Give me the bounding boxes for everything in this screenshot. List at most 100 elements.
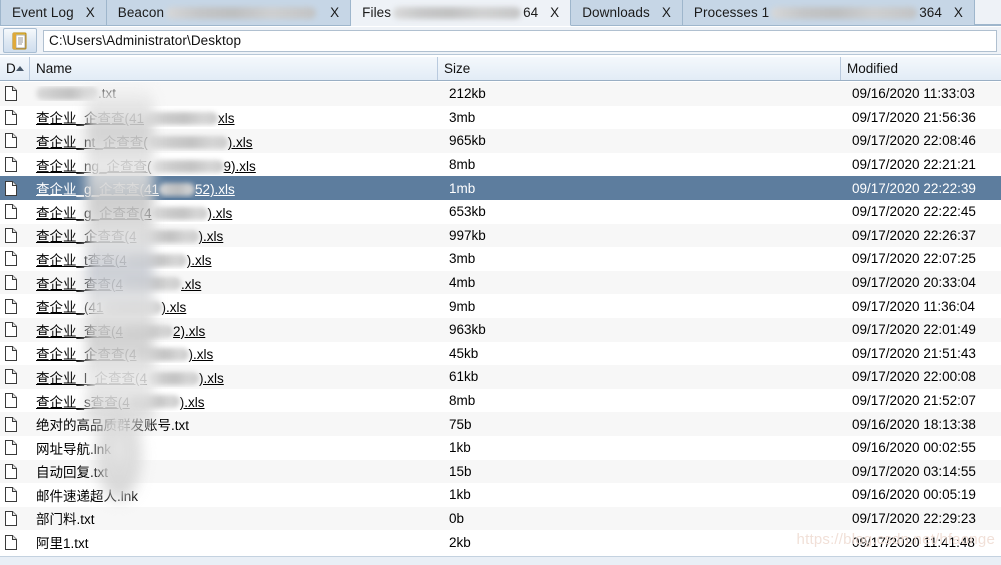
file-name-suffix: ).xls [199, 370, 224, 386]
column-header-size[interactable]: Size [438, 57, 841, 80]
file-icon-cell [0, 204, 30, 220]
table-row[interactable]: 查企业_(41).xls 9mb 09/17/2020 11:36:04 [0, 294, 1001, 318]
file-name: 查企业_nt_企查查().xls [36, 135, 253, 150]
file-name-prefix: 查企业_ [36, 205, 85, 221]
table-row[interactable]: 邮件速递超人.lnk 1kb 09/16/2020 00:05:19 [0, 483, 1001, 507]
file-size-cell: 3mb [449, 251, 476, 267]
file-icon [5, 393, 17, 409]
file-name-cell[interactable]: 网址导航.lnk [30, 438, 438, 458]
column-header-name[interactable]: Name [30, 57, 438, 80]
table-row[interactable]: 查企业_企查查(4).xls 45kb 09/17/2020 21:51:43 [0, 341, 1001, 366]
file-name-suffix: xls [218, 111, 235, 127]
file-name-cell[interactable]: 查企业_查查(4 2).xls [30, 320, 438, 340]
table-row[interactable]: 网址导航.lnk 1kb 09/16/2020 00:02:55 [0, 435, 1001, 460]
file-name-prefix: 绝对的高品质群发账号.txt [36, 418, 190, 434]
table-row[interactable]: .txt 212kb 09/16/2020 11:33:03 [0, 82, 1001, 106]
file-name-cell[interactable]: 查企业_企查查(41 xls [30, 107, 438, 127]
file-name-cell[interactable]: 查企业_s查查(4).xls [30, 391, 438, 411]
table-row[interactable]: 阿里1.txt 2kb 09/17/2020 11:41:48 [0, 530, 1001, 554]
file-name-redacted-2 [136, 348, 189, 362]
table-row[interactable]: 查企业_g_企查查(41 52).xls 1mb 09/17/2020 22:22:3… [0, 176, 1001, 200]
file-name-middle: ng_企查查( [84, 158, 152, 174]
file-icon [5, 204, 17, 220]
file-name-cell[interactable]: 查企业_g_企查查(4).xls [30, 202, 438, 222]
file-name: .txt [36, 86, 116, 101]
table-row[interactable]: 查企业_t查查(4).xls 3mb 09/17/2020 22:07:25 [0, 247, 1001, 271]
table-row[interactable]: 查企业_g_企查查(4).xls 653kb 09/17/2020 22:22:45 [0, 199, 1001, 224]
path-input[interactable]: C:\Users\Administrator\Desktop [43, 29, 997, 52]
tab-close-icon[interactable]: X [327, 5, 342, 20]
table-row[interactable]: 查企业_s查查(4).xls 8mb 09/17/2020 21:52:07 [0, 388, 1001, 413]
file-name-cell[interactable]: 查企业_l_企查查(4).xls [30, 367, 438, 387]
file-size-cell: 2kb [449, 534, 471, 550]
file-name-cell[interactable]: 部门料.txt [30, 508, 438, 528]
path-toolbar: C:\Users\Administrator\Desktop [0, 27, 1001, 55]
file-size-cell: 963kb [449, 322, 486, 338]
file-name: 查企业_企查查(4).xls [36, 229, 223, 244]
file-name-cell[interactable]: 阿里1.txt [30, 532, 438, 552]
table-row[interactable]: 查企业_企查查(4).xls 997kb 09/17/2020 22:26:37 [0, 223, 1001, 248]
tab-label: Event Log [12, 5, 74, 20]
folder-document-icon[interactable] [3, 28, 37, 53]
tab-downloads[interactable]: Downloads X [571, 0, 683, 26]
file-modified-cell: 09/17/2020 22:07:25 [852, 251, 976, 267]
tab-files[interactable]: Files 64 X [351, 0, 572, 26]
file-name-cell[interactable]: 查企业_nt_企查查().xls [30, 131, 438, 151]
file-name-prefix: 查企业_ [36, 229, 85, 245]
tab-processes-1[interactable]: Processes 1 364 X [682, 0, 975, 26]
file-name-prefix: 自动回复.txt [36, 465, 109, 481]
file-name-prefix: 查企业_ [36, 276, 85, 292]
file-name-cell[interactable]: 邮件速递超人.lnk [30, 485, 438, 505]
table-row[interactable]: 查企业_nt_企查查().xls 965kb 09/17/2020 22:08:46 [0, 129, 1001, 153]
table-row[interactable]: 自动回复.txt 15b 09/17/2020 03:14:55 [0, 459, 1001, 484]
file-name-cell[interactable]: 查企业_ng_企查查(9).xls [30, 155, 438, 175]
tab-event-log[interactable]: Event Log X [0, 0, 107, 26]
file-name-cell[interactable]: 查企业_g_企查查(41 52).xls [30, 178, 438, 198]
file-name: 自动回复.txt [36, 465, 108, 480]
table-row[interactable]: 查企业_查查(4 .xls 4mb 09/17/2020 20:33:04 [0, 270, 1001, 295]
file-name-suffix: 2).xls [173, 323, 206, 339]
file-name-prefix: 邮件速递超人.lnk [36, 488, 139, 504]
file-name: 邮件速递超人.lnk [36, 489, 138, 504]
column-header-modified[interactable]: Modified [841, 57, 1001, 80]
tab-label: Beacon [117, 5, 165, 20]
file-name-cell[interactable]: 查企业_(41).xls [30, 296, 438, 316]
file-icon [5, 440, 17, 456]
tab-close-icon[interactable]: X [951, 5, 966, 20]
file-icon-cell [0, 440, 30, 456]
tab-close-icon[interactable]: X [83, 5, 98, 20]
tab-close-icon[interactable]: X [659, 5, 674, 20]
table-row[interactable]: 绝对的高品质群发账号.txt 75b 09/16/2020 18:13:38 [0, 412, 1001, 436]
file-name-redacted-2 [147, 135, 228, 149]
tab-beacon[interactable]: Beacon X [106, 0, 352, 26]
file-name-redacted-2 [147, 371, 200, 385]
file-name-cell[interactable]: .txt [30, 86, 438, 101]
file-list[interactable]: .txt 212kb 09/16/2020 11:33:03 查企业_企查查(41 xl… [0, 82, 1001, 556]
file-name-cell[interactable]: 绝对的高品质群发账号.txt [30, 414, 438, 434]
file-name-middle: 企查查(4 [84, 347, 137, 363]
file-name-prefix: 查企业_ [36, 323, 85, 339]
file-name-cell[interactable]: 查企业_企查查(4).xls [30, 225, 438, 245]
file-modified-cell: 09/16/2020 00:05:19 [852, 487, 976, 503]
file-modified-cell: 09/17/2020 22:01:49 [852, 322, 976, 338]
tab-close-icon[interactable]: X [547, 5, 562, 20]
file-size-cell: 45kb [449, 345, 479, 361]
file-name-suffix: .xls [181, 276, 202, 292]
file-name-cell[interactable]: 查企业_t查查(4).xls [30, 249, 438, 269]
file-name-cell[interactable]: 查企业_查查(4 .xls [30, 273, 438, 293]
table-row[interactable]: 查企业_ng_企查查(9).xls 8mb 09/17/2020 22:21:21 [0, 152, 1001, 177]
file-name-suffix: 9).xls [223, 158, 256, 174]
file-icon [5, 157, 17, 173]
table-row[interactable]: 部门料.txt 0b 09/17/2020 22:29:23 [0, 506, 1001, 531]
table-row[interactable]: 查企业_查查(4 2).xls 963kb 09/17/2020 22:01:49 [0, 317, 1001, 342]
file-icon [5, 298, 17, 314]
file-name-cell[interactable]: 自动回复.txt [30, 461, 438, 481]
file-name-middle: 查查(4 [84, 276, 124, 292]
file-name-middle: g_企查查(41 [84, 182, 160, 198]
table-row[interactable]: 查企业_l_企查查(4).xls 61kb 09/17/2020 22:00:08 [0, 365, 1001, 389]
file-name: 查企业_企查查(4).xls [36, 347, 213, 362]
table-row[interactable]: 查企业_企查查(41 xls 3mb 09/17/2020 21:56:36 [0, 105, 1001, 130]
file-name-cell[interactable]: 查企业_企查查(4).xls [30, 343, 438, 363]
file-name: 查企业_查查(4 .xls [36, 277, 201, 292]
column-header-d[interactable]: D [0, 57, 30, 80]
